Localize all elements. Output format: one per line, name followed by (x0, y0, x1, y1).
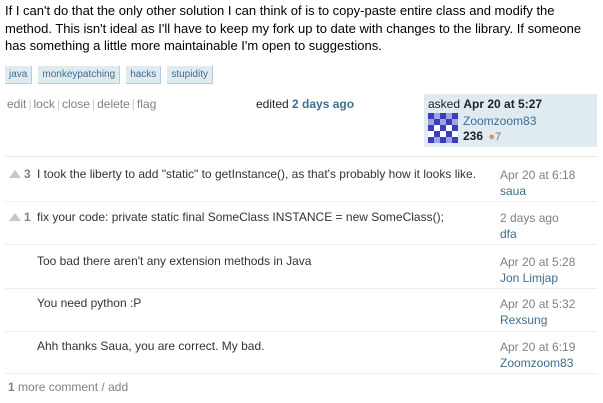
comment-vote: 1 (9, 210, 31, 224)
delete-link[interactable]: delete (97, 97, 130, 111)
comment-date: Apr 20 at 5:28 (500, 255, 576, 269)
comment-separator (5, 244, 597, 245)
upvote-arrow-icon[interactable] (9, 170, 21, 178)
menu-separator: | (131, 97, 135, 111)
comment-text: Too bad there aren't any extension metho… (37, 254, 312, 268)
comment-separator (5, 201, 597, 202)
comment-author-link[interactable]: dfa (500, 226, 559, 242)
comment-text: You need python :P (37, 296, 142, 310)
comment-author-link[interactable]: Jon Limjap (500, 270, 575, 286)
asked-time: Apr 20 at 5:27 (463, 97, 543, 111)
comment-text: fix your code: private static final Some… (37, 210, 444, 224)
edited-info: edited 2 days ago (256, 97, 354, 111)
more-comments: 1 more comment / add (8, 380, 128, 394)
asked-label: asked (428, 97, 461, 111)
bronze-badge: ●7 (488, 131, 501, 143)
add-comment-link[interactable]: add (108, 380, 128, 394)
comment-vote: 3 (9, 167, 31, 181)
upvote-arrow-icon[interactable] (9, 213, 21, 221)
comment-author-link[interactable]: Zoomzoom83 (500, 355, 575, 371)
edited-label: edited (256, 97, 289, 111)
post-menu: edit | lock | close | delete | flag (7, 97, 156, 111)
comment-separator (5, 331, 597, 332)
comment-text: Ahh thanks Saua, you are correct. My bad… (37, 339, 265, 353)
comments-divider (5, 156, 597, 157)
more-comments-count: 1 (8, 380, 15, 394)
comment-date: 2 days ago (500, 211, 559, 225)
comment-date: Apr 20 at 6:19 (500, 340, 576, 354)
tag-list: java monkeypatching hacks stupidity (5, 66, 213, 84)
edited-time-link[interactable]: 2 days ago (292, 97, 354, 111)
comment-meta: 2 days ago dfa (500, 210, 559, 242)
comment-score: 3 (24, 167, 31, 181)
comment-date: Apr 20 at 5:32 (500, 297, 576, 311)
avatar[interactable] (428, 113, 458, 143)
owner-reputation: 236 ●7 (463, 129, 501, 143)
comment-separator (5, 288, 597, 289)
comment-author-link[interactable]: saua (500, 183, 575, 199)
comment-meta: Apr 20 at 6:18 saua (500, 167, 575, 199)
comment-meta: Apr 20 at 5:32 Rexsung (500, 296, 575, 328)
close-link[interactable]: close (62, 97, 90, 111)
comment-date: Apr 20 at 6:18 (500, 168, 576, 182)
comment-score: 1 (24, 210, 31, 224)
tag-stupidity[interactable]: stupidity (167, 66, 213, 84)
comment-author-link[interactable]: Rexsung (500, 312, 575, 328)
more-comments-link[interactable]: more comment (18, 380, 98, 394)
owner-card: asked Apr 20 at 5:27 Zoomzoom83 236 ●7 (424, 94, 597, 147)
tag-java[interactable]: java (5, 66, 33, 84)
asked-info: asked Apr 20 at 5:27 (428, 97, 542, 111)
edit-link[interactable]: edit (7, 97, 26, 111)
question-body: If I can't do that the only other soluti… (5, 3, 582, 53)
comment-meta: Apr 20 at 5:28 Jon Limjap (500, 254, 575, 286)
comment-text: I took the liberty to add "static" to ge… (37, 167, 477, 181)
comment-meta: Apr 20 at 6:19 Zoomzoom83 (500, 339, 575, 371)
bronze-badge-count: 7 (495, 131, 502, 143)
more-comments-separator: / (101, 380, 105, 394)
flag-link[interactable]: flag (137, 97, 156, 111)
lock-link[interactable]: lock (33, 97, 54, 111)
reputation-score: 236 (463, 129, 484, 143)
tag-monkeypatching[interactable]: monkeypatching (38, 66, 121, 84)
menu-separator: | (56, 97, 60, 111)
owner-username-link[interactable]: Zoomzoom83 (463, 114, 536, 128)
tag-hacks[interactable]: hacks (126, 66, 162, 84)
comment-separator (5, 373, 597, 374)
